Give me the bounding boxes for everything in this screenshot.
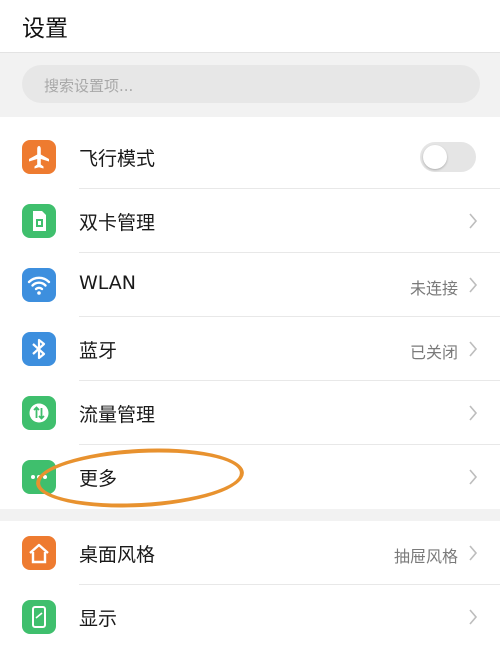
page-title: 设置 bbox=[22, 16, 68, 42]
settings-row-home-style[interactable]: 桌面风格 抽屉风格 bbox=[0, 521, 500, 585]
settings-row-display[interactable]: 显示 bbox=[0, 585, 500, 649]
home-style-label: 桌面风格 bbox=[79, 544, 156, 566]
data-usage-icon bbox=[22, 396, 56, 430]
airplane-icon bbox=[22, 140, 56, 174]
settings-row-more[interactable]: 更多 bbox=[0, 445, 500, 509]
bluetooth-status: 已关闭 bbox=[409, 343, 458, 362]
settings-group-display: 桌面风格 抽屉风格 显示 bbox=[0, 521, 500, 634]
settings-row-wlan[interactable]: WLAN 未连接 bbox=[0, 253, 500, 317]
more-icon bbox=[22, 460, 56, 494]
settings-row-dual-sim[interactable]: 双卡管理 bbox=[0, 189, 500, 253]
wlan-status: 未连接 bbox=[409, 279, 458, 298]
home-icon bbox=[22, 536, 56, 570]
toggle-knob bbox=[423, 145, 447, 169]
search-input[interactable]: 搜索设置项... bbox=[22, 65, 480, 103]
search-area: 搜索设置项... bbox=[0, 53, 500, 117]
wifi-icon bbox=[22, 268, 56, 302]
settings-row-data-usage[interactable]: 流量管理 bbox=[0, 381, 500, 445]
more-label: 更多 bbox=[79, 468, 118, 490]
chevron-right-icon bbox=[469, 545, 478, 561]
chevron-right-icon bbox=[469, 609, 478, 625]
group-separator bbox=[0, 509, 500, 521]
chevron-right-icon bbox=[469, 277, 478, 293]
search-placeholder: 搜索设置项... bbox=[44, 77, 134, 95]
display-icon bbox=[22, 600, 56, 634]
top-bar: 设置 bbox=[0, 0, 500, 53]
airplane-mode-toggle[interactable] bbox=[420, 142, 476, 172]
wlan-label: WLAN bbox=[79, 272, 137, 294]
chevron-right-icon bbox=[469, 213, 478, 229]
settings-group-network: 飞行模式 双卡管理 WLAN 未连接 蓝牙 已关闭 流量管理 更多 bbox=[0, 125, 500, 509]
chevron-right-icon bbox=[469, 469, 478, 485]
settings-row-airplane-mode[interactable]: 飞行模式 bbox=[0, 125, 500, 189]
sim-card-icon bbox=[22, 204, 56, 238]
dual-sim-label: 双卡管理 bbox=[79, 212, 156, 234]
airplane-mode-label: 飞行模式 bbox=[79, 148, 156, 170]
bluetooth-label: 蓝牙 bbox=[79, 340, 118, 362]
bluetooth-icon bbox=[22, 332, 56, 366]
settings-row-bluetooth[interactable]: 蓝牙 已关闭 bbox=[0, 317, 500, 381]
chevron-right-icon bbox=[469, 341, 478, 357]
home-style-value: 抽屉风格 bbox=[393, 547, 458, 566]
data-usage-label: 流量管理 bbox=[79, 404, 156, 426]
display-label: 显示 bbox=[79, 608, 118, 630]
chevron-right-icon bbox=[469, 405, 478, 421]
